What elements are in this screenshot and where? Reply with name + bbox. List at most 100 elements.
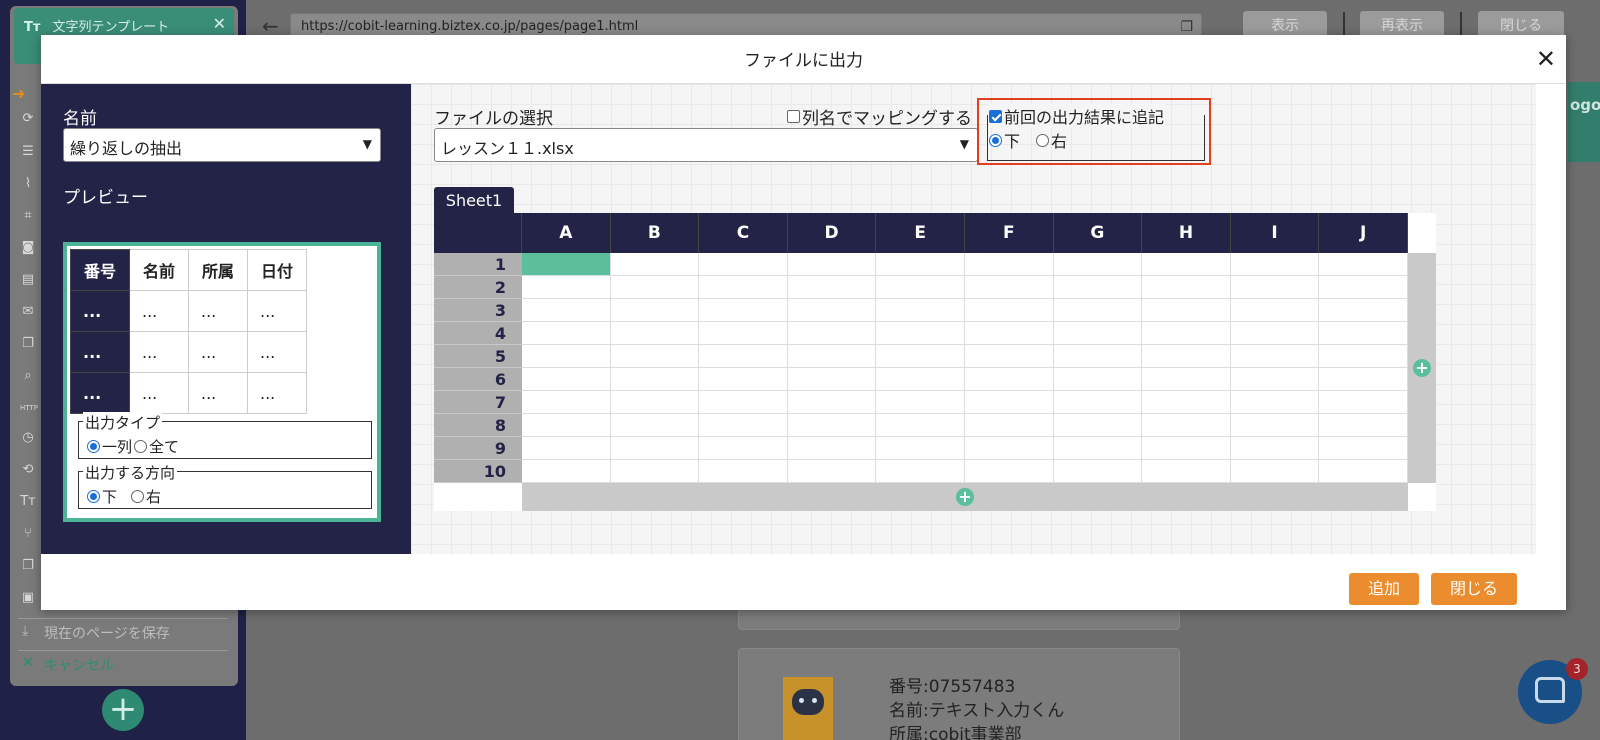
mail-icon[interactable]: ✉ — [20, 305, 36, 319]
radio-one-column[interactable] — [87, 440, 100, 453]
copy-icon[interactable]: ❐ — [1180, 19, 1193, 35]
crop-icon[interactable]: ⌗ — [20, 209, 36, 223]
close-icon[interactable]: ✕ — [213, 14, 226, 33]
grid-cell[interactable] — [1053, 460, 1143, 483]
grid-cell[interactable] — [610, 345, 700, 368]
grid-cell[interactable] — [1319, 460, 1408, 483]
grid-cell[interactable] — [610, 299, 700, 322]
column-header-h[interactable]: H — [1142, 213, 1231, 253]
add-column-icon[interactable]: + — [1413, 359, 1431, 377]
grid-cell[interactable] — [965, 437, 1054, 460]
paperclip-icon[interactable]: ⌇ — [20, 177, 36, 191]
grid-cell[interactable] — [610, 368, 700, 391]
grid-cell[interactable] — [1053, 414, 1143, 437]
grid-cell[interactable] — [699, 368, 788, 391]
grid-cell[interactable] — [1053, 299, 1143, 322]
http-icon[interactable]: HTTP — [20, 401, 38, 415]
grid-cell[interactable] — [1053, 437, 1143, 460]
grid-cell[interactable] — [610, 322, 700, 345]
grid-cell[interactable] — [787, 276, 877, 299]
duplicate-icon[interactable]: ❐ — [20, 559, 36, 573]
close-icon[interactable]: ✕ — [1536, 45, 1556, 73]
cancel-item[interactable]: ✕ キャンセル — [18, 650, 228, 679]
grid-cell[interactable] — [1142, 460, 1231, 483]
grid-cell[interactable] — [876, 368, 965, 391]
grid-cell[interactable] — [876, 391, 965, 414]
grid-cell[interactable] — [1230, 414, 1320, 437]
column-header-a[interactable]: A — [522, 213, 611, 253]
grid-cell[interactable] — [876, 253, 965, 276]
grid-cell[interactable] — [1230, 345, 1320, 368]
grid-cell[interactable] — [876, 299, 965, 322]
grid-cell[interactable] — [1230, 391, 1320, 414]
branch-icon[interactable]: ⑂ — [20, 527, 36, 541]
column-header-j[interactable]: J — [1319, 213, 1408, 253]
grid-cell[interactable] — [1142, 322, 1231, 345]
grid-cell[interactable] — [965, 368, 1054, 391]
grid-cell[interactable] — [610, 437, 700, 460]
row-header-10[interactable]: 10 — [434, 460, 522, 483]
grid-cell[interactable] — [610, 414, 700, 437]
row-header-1[interactable]: 1 — [434, 253, 522, 276]
grid-cell[interactable] — [610, 253, 700, 276]
radio-right[interactable] — [131, 490, 145, 503]
timer-icon[interactable]: ◷ — [20, 431, 36, 445]
search-replace-icon[interactable]: ⌕ — [20, 369, 36, 383]
column-header-d[interactable]: D — [787, 213, 877, 253]
column-header-i[interactable]: I — [1230, 213, 1320, 253]
grid-cell[interactable] — [1053, 253, 1143, 276]
column-header-f[interactable]: F — [965, 213, 1054, 253]
grid-cell[interactable] — [1230, 253, 1320, 276]
grid-cell[interactable] — [1142, 345, 1231, 368]
grid-cell[interactable] — [787, 322, 877, 345]
grid-cell[interactable] — [522, 299, 611, 322]
column-header-e[interactable]: E — [876, 213, 965, 253]
grid-cell[interactable] — [522, 391, 611, 414]
grid-cell[interactable] — [876, 322, 965, 345]
row-header-7[interactable]: 7 — [434, 391, 522, 414]
grid-cell[interactable] — [699, 437, 788, 460]
grid-cell[interactable] — [522, 345, 611, 368]
grid-cell[interactable] — [610, 276, 700, 299]
grid-cell[interactable] — [1142, 276, 1231, 299]
grid-cell[interactable] — [876, 414, 965, 437]
refresh-icon[interactable]: ⟳ — [20, 112, 36, 126]
grid-cell[interactable] — [610, 391, 700, 414]
grid-cell[interactable] — [1319, 437, 1408, 460]
grid-cell[interactable] — [965, 391, 1054, 414]
grid-cell[interactable] — [1230, 437, 1320, 460]
close-button[interactable]: 閉じる — [1431, 573, 1517, 605]
file-select[interactable]: レッスン１１.xlsx ▼ — [434, 128, 978, 162]
radio-down[interactable] — [87, 490, 100, 503]
row-header-6[interactable]: 6 — [434, 368, 522, 391]
grid-cell[interactable] — [1319, 345, 1408, 368]
map-by-column-option[interactable]: 列名でマッピングする — [787, 104, 972, 129]
row-header-5[interactable]: 5 — [434, 345, 522, 368]
grid-cell[interactable] — [1142, 253, 1231, 276]
grid-cell[interactable] — [965, 299, 1054, 322]
text-icon[interactable]: Tт — [20, 495, 36, 509]
grid-cell[interactable] — [1319, 299, 1408, 322]
map-by-column-checkbox[interactable] — [787, 110, 800, 123]
add-button[interactable]: 追加 — [1349, 573, 1419, 605]
grid-cell[interactable] — [1142, 414, 1231, 437]
grid-cell[interactable] — [699, 276, 788, 299]
grid-cell[interactable] — [787, 460, 877, 483]
grid-cell[interactable] — [787, 345, 877, 368]
grid-cell[interactable] — [522, 368, 611, 391]
grid-cell[interactable] — [876, 276, 965, 299]
grid-cell[interactable] — [965, 345, 1054, 368]
append-checkbox[interactable] — [989, 109, 1002, 123]
grid-cell[interactable] — [522, 460, 611, 483]
column-header-g[interactable]: G — [1053, 213, 1143, 253]
grid-cell[interactable] — [1319, 322, 1408, 345]
grid-cell[interactable] — [1053, 322, 1143, 345]
grid-cell[interactable] — [522, 322, 611, 345]
grid-cell[interactable] — [965, 253, 1054, 276]
add-step-button[interactable]: + — [102, 689, 144, 731]
grid-cell[interactable] — [1142, 391, 1231, 414]
grid-cell[interactable] — [787, 414, 877, 437]
grid-cell[interactable] — [1142, 299, 1231, 322]
grid-cell[interactable] — [522, 437, 611, 460]
grid-cell[interactable] — [1053, 276, 1143, 299]
